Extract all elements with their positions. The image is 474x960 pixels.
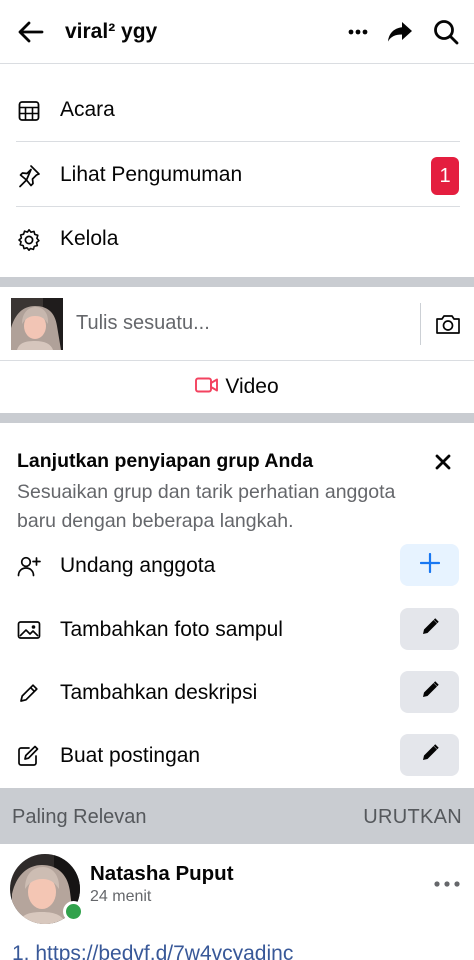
video-camera-icon [195, 376, 219, 399]
user-avatar[interactable] [11, 298, 63, 350]
menu-item-acara[interactable]: Acara [0, 78, 474, 142]
edit-description-button[interactable] [400, 671, 459, 713]
author-name[interactable]: Natasha Puput [90, 862, 234, 886]
more-options-icon[interactable] [344, 18, 372, 46]
section-divider [0, 413, 474, 423]
menu-item-announcements[interactable]: Lihat Pengumuman [0, 143, 474, 207]
invite-button[interactable] [400, 544, 459, 586]
close-icon[interactable] [430, 450, 456, 474]
task-add-cover-photo[interactable]: Tambahkan foto sampul [0, 602, 474, 658]
create-post-button[interactable] [400, 734, 459, 776]
vertical-separator [420, 303, 421, 345]
menu-item-label: Kelola [60, 227, 119, 250]
task-invite-members[interactable]: Undang anggota [0, 538, 474, 594]
task-label: Tambahkan deskripsi [60, 681, 258, 704]
calendar-icon [16, 98, 42, 124]
top-app-bar: viral² ygy [0, 0, 474, 64]
composer-placeholder[interactable]: Tulis sesuatu... [76, 312, 210, 335]
setup-description: Sesuaikan grup dan tarik perhatian anggo… [17, 481, 396, 532]
menu-item-label: Lihat Pengumuman [60, 163, 243, 186]
sort-label: Paling Relevan [12, 806, 147, 828]
plus-icon [419, 552, 440, 578]
separator [16, 141, 460, 142]
pin-icon [16, 163, 42, 189]
sort-button[interactable]: URUTKAN [363, 806, 462, 829]
feed-sort-bar: Paling Relevan URUTKAN [0, 788, 474, 844]
menu-item-kelola[interactable]: Kelola [0, 207, 474, 271]
group-title: viral² ygy [65, 20, 158, 43]
post-composer: Tulis sesuatu... [0, 287, 474, 361]
pencil-icon [420, 680, 440, 705]
camera-icon[interactable] [434, 311, 462, 337]
task-create-post[interactable]: Buat postingan [0, 728, 474, 784]
feed-post: Natasha Puput 24 menit 1. https://bedvf.… [0, 844, 474, 960]
add-person-icon [16, 554, 42, 578]
post-timestamp[interactable]: 24 menit [90, 888, 151, 906]
image-icon [16, 618, 42, 642]
search-icon[interactable] [430, 16, 462, 48]
pencil-icon [420, 617, 440, 642]
post-text[interactable]: 1. https://bedvf.d/7w4vcyadinc [12, 942, 472, 960]
gear-icon [16, 227, 42, 253]
video-button[interactable]: Video [0, 361, 474, 413]
task-label: Buat postingan [60, 744, 201, 767]
share-icon[interactable] [384, 16, 416, 48]
task-label: Tambahkan foto sampul [60, 618, 283, 641]
back-arrow-icon[interactable] [14, 16, 48, 48]
task-add-description[interactable]: Tambahkan deskripsi [0, 665, 474, 721]
pencil-icon [420, 743, 440, 768]
compose-icon [16, 744, 42, 768]
pencil-icon [16, 681, 42, 705]
setup-title: Lanjutkan penyiapan grup Anda [17, 450, 314, 472]
menu-item-label: Acara [60, 98, 115, 121]
notification-badge: 1 [431, 157, 459, 195]
edit-cover-button[interactable] [400, 608, 459, 650]
task-label: Undang anggota [60, 554, 216, 577]
online-status-dot [63, 901, 84, 922]
video-label: Video [225, 375, 279, 398]
section-divider [0, 277, 474, 287]
post-more-icon[interactable] [432, 874, 462, 894]
